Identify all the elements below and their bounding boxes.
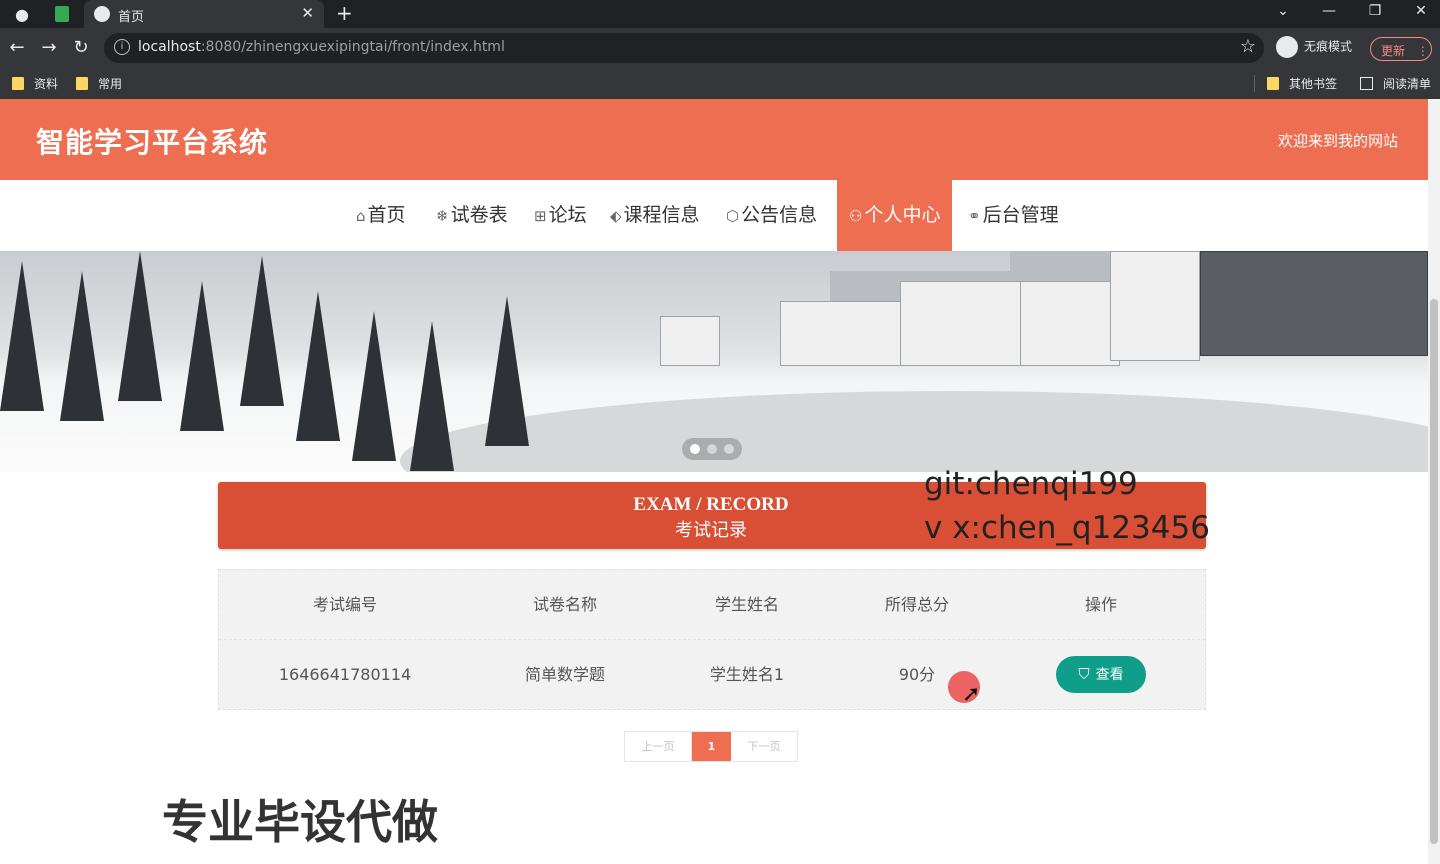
prev-page-button[interactable]: 上一页 xyxy=(625,732,692,761)
tab-title: 首页 xyxy=(118,10,145,25)
scrollbar-thumb[interactable] xyxy=(1430,299,1438,844)
watermark-slogan: 专业毕设代做 xyxy=(162,795,438,849)
banner-tree xyxy=(352,311,396,461)
site-info-icon[interactable]: i xyxy=(114,39,130,55)
home-icon: ⌂ xyxy=(356,207,366,225)
banner-house xyxy=(1110,251,1200,361)
other-bookmarks[interactable]: 其他书签 xyxy=(1267,75,1337,92)
pagination: 上一页 1 下一页 xyxy=(624,731,798,762)
forward-icon[interactable]: → xyxy=(38,37,60,58)
banner-house xyxy=(900,281,1040,366)
watermark-vx: v x:chen_q123456 xyxy=(924,510,1210,546)
mouse-cursor-icon: ➚ xyxy=(962,682,981,707)
browser-globe-icon[interactable]: ● xyxy=(12,4,32,24)
url-text: localhost:8080/zhinengxuexipingtai/front… xyxy=(138,39,505,55)
reload-icon[interactable]: ↻ xyxy=(70,37,92,58)
site-header: 智能学习平台系统 欢迎来到我的网站 xyxy=(0,99,1428,180)
banner-tree xyxy=(240,256,284,406)
back-icon[interactable]: ← xyxy=(6,37,28,58)
reading-list-icon xyxy=(1360,77,1373,90)
folder-icon xyxy=(76,77,88,90)
update-button[interactable]: 更新 ⋮ xyxy=(1370,37,1432,61)
nav-announcements[interactable]: ⬡ 公告信息 xyxy=(726,180,817,251)
carousel-indicator xyxy=(682,438,742,460)
folder-icon xyxy=(12,77,24,90)
banner-house xyxy=(660,316,720,366)
page-scrollbar[interactable] xyxy=(1428,99,1440,864)
nav-admin[interactable]: ⚭ 后台管理 xyxy=(968,180,1059,251)
new-tab-icon[interactable]: + xyxy=(336,1,353,25)
table-header-row: 考试编号 试卷名称 学生姓名 所得总分 操作 xyxy=(219,570,1205,640)
tag-icon: ⬖ xyxy=(610,207,622,225)
site-title: 智能学习平台系统 xyxy=(36,126,269,159)
banner-tree xyxy=(485,296,529,446)
banner-tree xyxy=(118,251,162,401)
forum-icon: ⊞ xyxy=(534,207,547,225)
col-header-paper: 试卷名称 xyxy=(532,595,597,614)
banner-tree xyxy=(410,321,454,471)
shield-check-icon: ⛉ xyxy=(1078,665,1090,683)
page-1-button[interactable]: 1 xyxy=(692,732,731,761)
col-header-score: 所得总分 xyxy=(884,595,949,614)
watermark-git: git:chenqi199 xyxy=(924,466,1138,502)
banner-tree xyxy=(0,261,44,411)
nav-exam-papers[interactable]: ❄ 试卷表 xyxy=(436,180,508,251)
banner-building-dark xyxy=(1200,251,1428,356)
table-row: 1646641780114 简单数学题 学生姓名1 90分 ⛉ 查看 xyxy=(219,640,1205,710)
incognito-indicator[interactable]: 无痕模式 xyxy=(1276,36,1352,58)
banner-tree xyxy=(296,291,340,441)
main-nav: ⌂ 首页 ❄ 试卷表 ⊞ 论坛 ⬖ 课程信息 ⬡ 公告信息 ⚇ 个人中心 ⚭ 后台管理 xyxy=(0,180,1428,253)
banner-tree xyxy=(60,271,104,421)
banner-tree xyxy=(180,281,224,431)
cell-student: 学生姓名1 xyxy=(709,665,785,684)
restore-icon[interactable]: ❐ xyxy=(1365,3,1385,19)
cell-exam-id: 1646641780114 xyxy=(278,665,412,684)
col-header-action: 操作 xyxy=(1084,595,1117,614)
bookmark-folder-changyong[interactable]: 常用 xyxy=(76,75,122,92)
col-header-exam-id: 考试编号 xyxy=(312,595,377,614)
banner-carousel[interactable] xyxy=(0,251,1428,472)
browser-tab-strip: ● 首页 ✕ + ⌄ — ❐ ✕ xyxy=(0,0,1440,28)
bookmarks-bar: 资料 常用 其他书签 阅读清单 xyxy=(0,68,1440,99)
incognito-icon xyxy=(1276,36,1298,58)
reading-list[interactable]: 阅读清单 xyxy=(1360,75,1431,92)
cube-icon: ⬡ xyxy=(726,207,740,225)
cell-paper: 简单数学题 xyxy=(524,665,605,684)
minimize-icon[interactable]: — xyxy=(1319,3,1339,19)
nav-home[interactable]: ⌂ 首页 xyxy=(356,180,406,251)
link-icon: ⚭ xyxy=(968,207,981,225)
user-icon: ⚇ xyxy=(849,207,863,225)
tab-globe-icon xyxy=(94,6,110,22)
address-toolbar: ← → ↻ i localhost:8080/zhinengxuexipingt… xyxy=(0,28,1440,68)
tab-close-icon[interactable]: ✕ xyxy=(301,4,314,22)
carousel-dot-1[interactable] xyxy=(690,444,700,454)
bookmarks-divider xyxy=(1254,75,1255,92)
banner-house xyxy=(1020,281,1120,366)
next-page-button[interactable]: 下一页 xyxy=(731,732,797,761)
view-button[interactable]: ⛉ 查看 xyxy=(1056,656,1146,693)
carousel-dot-2[interactable] xyxy=(707,444,717,454)
folder-icon xyxy=(1267,77,1279,90)
snowflake-icon: ❄ xyxy=(436,207,449,225)
active-tab[interactable]: 首页 ✕ xyxy=(84,0,324,28)
bookmark-star-icon[interactable]: ☆ xyxy=(1240,36,1256,57)
url-bar[interactable]: i localhost:8080/zhinengxuexipingtai/fro… xyxy=(104,33,1264,63)
welcome-text: 欢迎来到我的网站 xyxy=(1277,132,1398,150)
tab-search-icon[interactable]: ⌄ xyxy=(1273,3,1293,19)
col-header-student: 学生姓名 xyxy=(714,595,779,614)
nav-forum[interactable]: ⊞ 论坛 xyxy=(534,180,587,251)
sheets-tab-icon[interactable] xyxy=(52,4,72,24)
window-close-icon[interactable]: ✕ xyxy=(1411,3,1431,19)
exam-record-table: 考试编号 试卷名称 学生姓名 所得总分 操作 1646641780114 简单数… xyxy=(218,569,1206,710)
nav-courses[interactable]: ⬖ 课程信息 xyxy=(610,180,700,251)
banner-road xyxy=(400,391,1428,472)
carousel-dot-3[interactable] xyxy=(724,444,734,454)
nav-personal-center[interactable]: ⚇ 个人中心 xyxy=(837,180,953,253)
banner-house xyxy=(780,301,920,366)
bookmark-folder-ziliao[interactable]: 资料 xyxy=(12,75,58,92)
